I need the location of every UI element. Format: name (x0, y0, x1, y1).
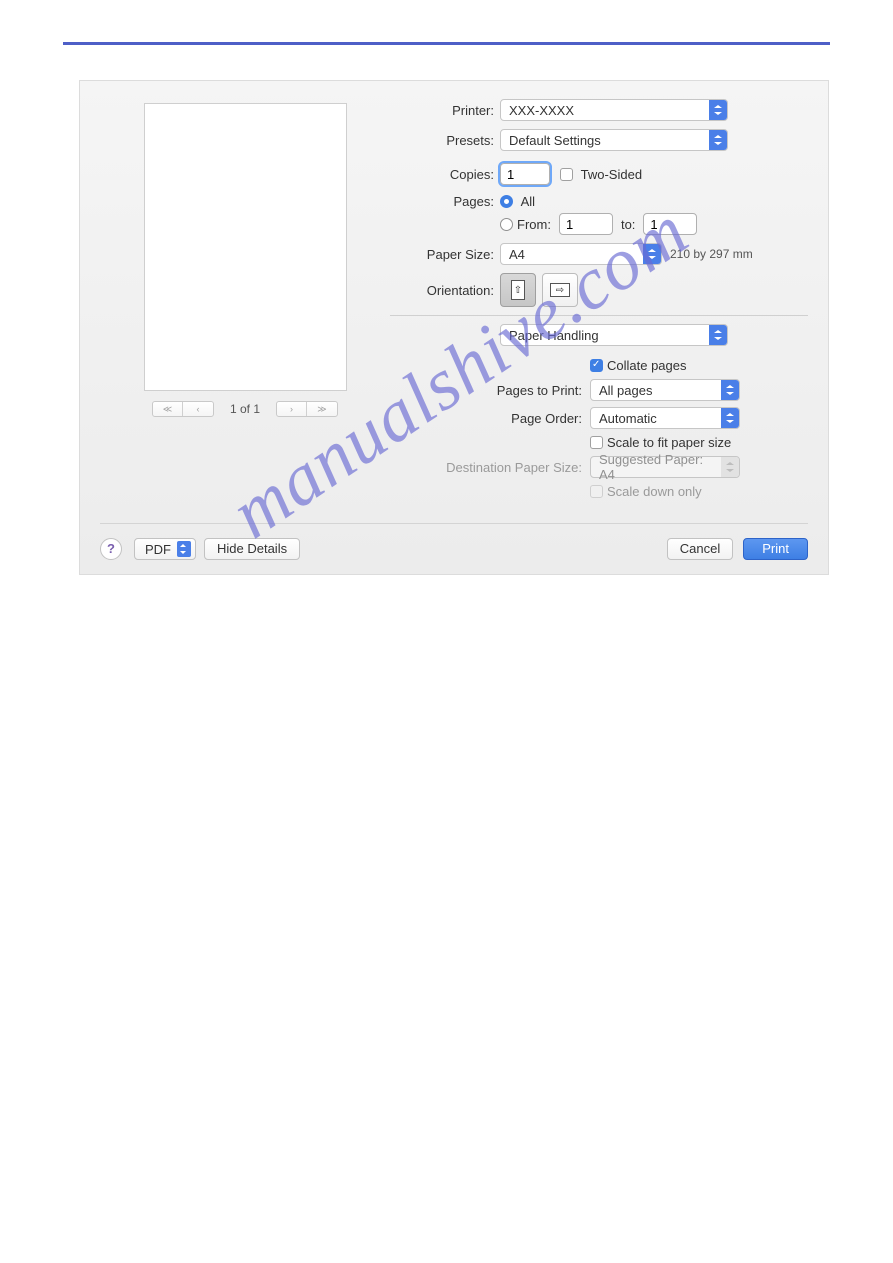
chevron-updown-icon (643, 244, 661, 264)
paper-size-select[interactable]: A4 (500, 243, 662, 265)
form-column: Printer: XXX-XXXX Presets: Default Setti… (390, 99, 808, 505)
chevron-updown-icon (177, 541, 191, 557)
pdf-label: PDF (145, 542, 171, 557)
pages-all-radio[interactable] (500, 195, 513, 208)
pager-label: 1 of 1 (230, 402, 260, 416)
paper-size-value: A4 (509, 247, 525, 262)
paper-size-label: Paper Size: (390, 247, 500, 262)
scale-down-checkbox (590, 485, 603, 498)
scale-fit-label: Scale to fit paper size (607, 435, 731, 450)
copies-input[interactable] (500, 163, 550, 185)
two-sided-checkbox[interactable] (560, 168, 573, 181)
pager-fwd-group[interactable]: › ≫ (276, 401, 338, 417)
presets-label: Presets: (390, 133, 500, 148)
next-page-icon[interactable]: › (277, 402, 307, 416)
pages-to-print-label: Pages to Print: (390, 383, 590, 398)
scale-down-label: Scale down only (607, 484, 702, 499)
two-sided-label: Two-Sided (581, 167, 642, 182)
dest-paper-size-label: Destination Paper Size: (390, 460, 590, 475)
chevron-updown-icon (721, 408, 739, 428)
preview-page (144, 103, 347, 391)
pages-to-print-select[interactable]: All pages (590, 379, 740, 401)
print-dialog: ≪ ‹ 1 of 1 › ≫ Printer: XXX-XXXX P (79, 80, 829, 575)
preview-column: ≪ ‹ 1 of 1 › ≫ (100, 99, 390, 505)
pages-all-label: All (521, 194, 535, 209)
page-order-select[interactable]: Automatic (590, 407, 740, 429)
paper-size-hint: 210 by 297 mm (670, 247, 753, 261)
page-order-label: Page Order: (390, 411, 590, 426)
printer-select[interactable]: XXX-XXXX (500, 99, 728, 121)
section-divider (390, 315, 808, 316)
printer-label: Printer: (390, 103, 500, 118)
collate-checkbox[interactable] (590, 359, 603, 372)
section-select[interactable]: Paper Handling (500, 324, 728, 346)
pages-from-label: From: (517, 217, 551, 232)
presets-value: Default Settings (509, 133, 601, 148)
prev-page-icon[interactable]: ‹ (183, 402, 213, 416)
dest-paper-size-select: Suggested Paper: A4 (590, 456, 740, 478)
help-button[interactable]: ? (100, 538, 122, 560)
dest-paper-size-value: Suggested Paper: A4 (599, 452, 717, 482)
copies-label: Copies: (390, 167, 500, 182)
printer-value: XXX-XXXX (509, 103, 574, 118)
pdf-dropdown-button[interactable]: PDF (134, 538, 196, 560)
last-page-icon[interactable]: ≫ (307, 402, 337, 416)
pages-label: Pages: (390, 194, 500, 209)
chevron-updown-icon (709, 325, 727, 345)
cancel-button[interactable]: Cancel (667, 538, 733, 560)
page-order-value: Automatic (599, 411, 657, 426)
first-page-icon[interactable]: ≪ (153, 402, 183, 416)
orientation-landscape-button[interactable]: ⇨ (542, 273, 578, 307)
dialog-footer: ? PDF Hide Details Cancel Print (100, 523, 808, 560)
orientation-portrait-button[interactable]: ⇧ (500, 273, 536, 307)
pages-to-print-value: All pages (599, 383, 652, 398)
orientation-label: Orientation: (390, 283, 500, 298)
hide-details-button[interactable]: Hide Details (204, 538, 300, 560)
pager-back-group[interactable]: ≪ ‹ (152, 401, 214, 417)
pages-from-radio[interactable] (500, 218, 513, 231)
collate-label: Collate pages (607, 358, 687, 373)
chevron-updown-icon (709, 100, 727, 120)
pages-from-input[interactable] (559, 213, 613, 235)
page-divider (63, 42, 830, 45)
pages-to-input[interactable] (643, 213, 697, 235)
chevron-updown-icon (709, 130, 727, 150)
scale-fit-checkbox[interactable] (590, 436, 603, 449)
section-value: Paper Handling (509, 328, 599, 343)
paper-handling-block: Collate pages Pages to Print: All pages … (390, 358, 808, 499)
person-portrait-icon: ⇧ (511, 280, 525, 300)
pages-to-label: to: (621, 217, 635, 232)
person-landscape-icon: ⇨ (550, 283, 570, 297)
chevron-updown-icon (721, 380, 739, 400)
presets-select[interactable]: Default Settings (500, 129, 728, 151)
print-button[interactable]: Print (743, 538, 808, 560)
chevron-updown-icon (721, 457, 739, 477)
